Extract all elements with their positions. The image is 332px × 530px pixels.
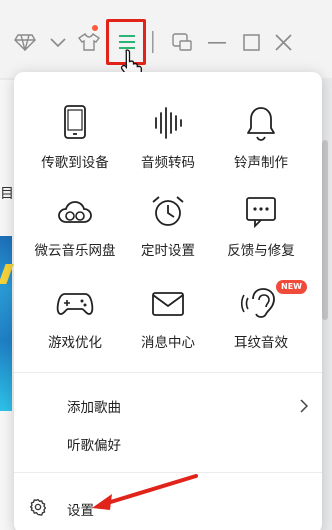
menu-item-label: 铃声制作 bbox=[234, 155, 288, 171]
minimize-icon[interactable] bbox=[208, 42, 226, 45]
waveform-icon bbox=[148, 104, 188, 144]
background-album-art bbox=[0, 236, 12, 411]
divider bbox=[14, 372, 322, 373]
menu-item-audio-transcode[interactable]: 音频转码 bbox=[117, 104, 219, 184]
menu-item-label: 音频转码 bbox=[141, 155, 195, 171]
menu-item-ringtone-maker[interactable]: 铃声制作 bbox=[210, 104, 312, 184]
diamond-icon[interactable] bbox=[14, 33, 36, 51]
menu-item-label: 定时设置 bbox=[141, 243, 195, 259]
chevron-right-icon bbox=[300, 398, 309, 417]
chevron-down-icon[interactable] bbox=[50, 38, 66, 48]
menu-item-feedback-repair[interactable]: 反馈与修复 bbox=[210, 192, 312, 272]
scrollbar[interactable] bbox=[322, 140, 328, 320]
menu-item-add-songs[interactable]: 添加歌曲 bbox=[14, 387, 322, 423]
gamepad-icon bbox=[55, 284, 95, 324]
menu-item-weiyun-cloud[interactable]: 微云音乐网盘 bbox=[24, 192, 126, 272]
menu-item-label: 反馈与修复 bbox=[227, 243, 295, 259]
background-text: 目 bbox=[0, 186, 14, 202]
menu-item-label: 耳纹音效 bbox=[234, 335, 288, 351]
annotation-arrow-icon bbox=[88, 474, 198, 518]
notification-dot bbox=[92, 25, 98, 31]
new-badge: NEW bbox=[276, 280, 307, 294]
phone-icon bbox=[55, 104, 95, 144]
menu-item-listening-preferences[interactable]: 听歌偏好 bbox=[14, 425, 322, 461]
feedback-icon bbox=[241, 192, 281, 232]
menu-item-message-center[interactable]: 消息中心 bbox=[117, 284, 219, 364]
menu-item-label: 游戏优化 bbox=[48, 335, 102, 351]
bell-icon bbox=[241, 104, 281, 144]
miniplayer-icon[interactable] bbox=[172, 33, 192, 51]
gear-icon bbox=[29, 498, 47, 520]
alarm-clock-icon bbox=[148, 192, 188, 232]
menu-item-transfer-to-device[interactable]: 传歌到设备 bbox=[24, 104, 126, 184]
tshirt-icon[interactable] bbox=[78, 33, 100, 51]
menu-item-label: 听歌偏好 bbox=[67, 438, 121, 454]
cloud-icon bbox=[55, 192, 95, 232]
menu-item-label: 添加歌曲 bbox=[67, 400, 121, 416]
menu-item-label: 传歌到设备 bbox=[41, 155, 109, 171]
close-icon[interactable] bbox=[275, 34, 292, 51]
menu-item-game-optimization[interactable]: 游戏优化 bbox=[24, 284, 126, 364]
ear-icon bbox=[240, 284, 281, 324]
separator bbox=[152, 31, 154, 53]
menu-item-label: 微云音乐网盘 bbox=[34, 243, 116, 259]
menu-item-label: 消息中心 bbox=[141, 335, 195, 351]
title-bar bbox=[0, 0, 332, 80]
menu-item-timer-settings[interactable]: 定时设置 bbox=[117, 192, 219, 272]
divider bbox=[14, 472, 322, 473]
menu-item-ear-sound[interactable]: NEW 耳纹音效 bbox=[210, 280, 312, 364]
mail-icon bbox=[148, 284, 188, 324]
maximize-icon[interactable] bbox=[243, 34, 260, 51]
